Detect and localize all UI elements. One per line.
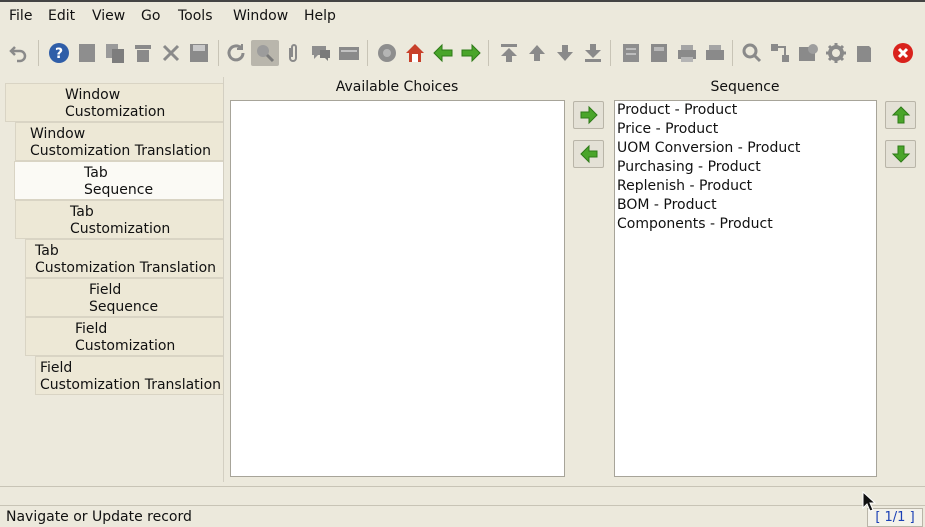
workflow-icon[interactable] [768, 40, 792, 66]
report-icon[interactable] [619, 40, 643, 66]
tab-tab-customization[interactable]: Tab Customization [15, 200, 224, 239]
available-choices-list[interactable] [230, 100, 565, 477]
menu-icon[interactable] [375, 40, 399, 66]
menu-help[interactable]: Help [304, 8, 336, 24]
home-icon[interactable] [403, 40, 427, 66]
menu-window[interactable]: Window [233, 8, 288, 24]
copy-record-icon[interactable] [103, 40, 127, 66]
save-icon[interactable] [187, 40, 211, 66]
zoom-across-icon[interactable] [740, 40, 764, 66]
status-bar: Navigate or Update record [ 1/1 ] [0, 508, 925, 527]
exit-icon[interactable] [891, 40, 915, 66]
list-item[interactable]: UOM Conversion - Product [615, 139, 876, 158]
menu-view[interactable]: View [92, 8, 125, 24]
delete-selection-icon[interactable] [159, 40, 183, 66]
refresh-icon[interactable] [224, 40, 248, 66]
help-icon[interactable]: ? [47, 40, 71, 66]
arrow-right-icon [580, 105, 598, 125]
svg-text:?: ? [55, 46, 63, 62]
sequence-list[interactable]: Product - Product Price - Product UOM Co… [614, 100, 877, 477]
available-choices-title: Available Choices [335, 79, 459, 95]
history-icon[interactable] [337, 40, 361, 66]
list-item[interactable]: Replenish - Product [615, 177, 876, 196]
previous-record-icon[interactable] [525, 40, 549, 66]
toolbar: ? [0, 32, 925, 76]
tab-field-customization[interactable]: Field Customization [25, 317, 224, 356]
move-up-button[interactable] [885, 101, 916, 129]
process-icon[interactable] [824, 40, 848, 66]
print-preview-icon[interactable] [675, 40, 699, 66]
move-down-button[interactable] [885, 140, 916, 168]
next-record-icon[interactable] [553, 40, 577, 66]
back-icon[interactable] [431, 40, 455, 66]
forward-icon[interactable] [459, 40, 483, 66]
sequence-panel: Available Choices Sequence Product - Pro… [223, 77, 925, 482]
remove-from-sequence-button[interactable] [573, 140, 604, 168]
list-item[interactable]: Product - Product [615, 101, 876, 120]
sequence-title: Sequence [710, 79, 780, 95]
find-icon[interactable] [251, 40, 279, 66]
attachment-icon[interactable] [281, 40, 305, 66]
list-item[interactable]: Components - Product [615, 215, 876, 234]
archive-icon[interactable] [647, 40, 671, 66]
print-icon[interactable] [703, 40, 727, 66]
tab-window-customization[interactable]: Window Customization [5, 83, 224, 122]
delete-icon[interactable] [131, 40, 155, 66]
list-item[interactable]: BOM - Product [615, 196, 876, 215]
arrow-down-icon [891, 145, 910, 163]
first-record-icon[interactable] [497, 40, 521, 66]
tab-field-sequence[interactable]: Field Sequence [25, 278, 224, 317]
tab-field-customization-translation[interactable]: Field Customization Translation [35, 356, 224, 395]
menu-tools[interactable]: Tools [178, 8, 213, 24]
tab-tab-sequence[interactable]: Tab Sequence [14, 161, 226, 200]
list-item[interactable]: Price - Product [615, 120, 876, 139]
tab-tab-customization-translation[interactable]: Tab Customization Translation [25, 239, 224, 278]
menu-edit[interactable]: Edit [48, 8, 75, 24]
arrow-left-icon [579, 144, 597, 164]
list-item[interactable]: Purchasing - Product [615, 158, 876, 177]
info-bar [0, 486, 925, 506]
menu-file[interactable]: File [9, 8, 32, 24]
arrow-up-icon [891, 106, 910, 124]
mouse-cursor-icon [862, 491, 876, 512]
undo-icon[interactable] [7, 40, 31, 66]
last-record-icon[interactable] [581, 40, 605, 66]
tab-window-customization-translation[interactable]: Window Customization Translation [15, 122, 224, 161]
chat-icon[interactable] [309, 40, 333, 66]
product-info-icon[interactable] [852, 40, 876, 66]
status-text: Navigate or Update record [6, 509, 192, 525]
add-to-sequence-button[interactable] [573, 101, 604, 129]
request-icon[interactable] [796, 40, 820, 66]
menu-bar: File Edit View Go Tools Window Help [0, 0, 925, 32]
menu-go[interactable]: Go [141, 8, 160, 24]
new-record-icon[interactable] [75, 40, 99, 66]
